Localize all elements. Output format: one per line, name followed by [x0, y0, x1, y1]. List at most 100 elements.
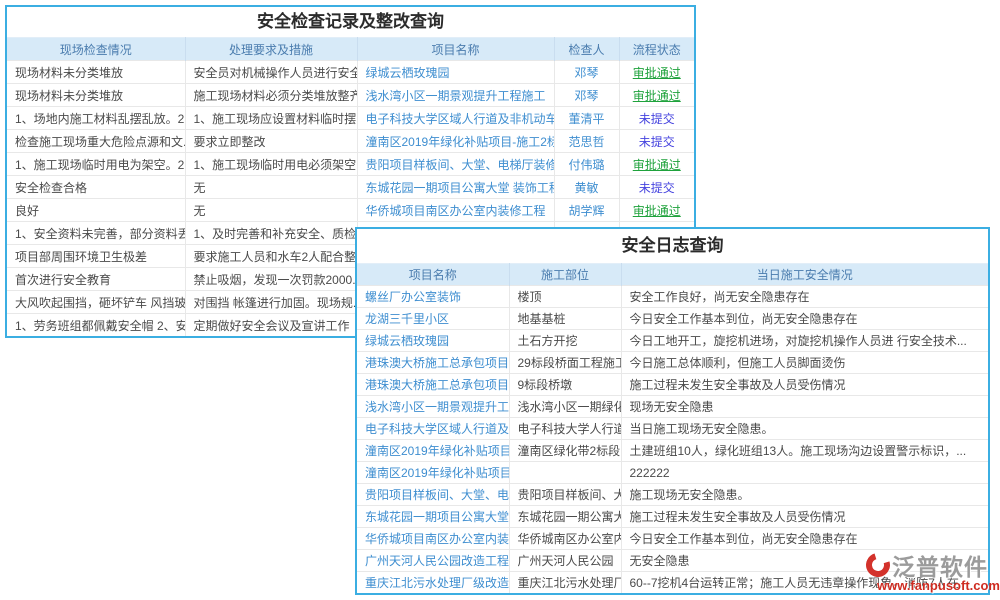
table-row: 螺丝厂办公室装饰 楼顶 安全工作良好，尚无安全隐患存在	[357, 286, 988, 308]
site-check-cell: 良好	[7, 199, 185, 222]
safety-inspection-header: 现场检查情况 处理要求及措施 项目名称 检查人 流程状态	[7, 38, 694, 61]
inspector-link[interactable]: 胡学辉	[554, 199, 619, 222]
vendor-watermark: 泛普软件 www.fanpusoft.com	[866, 549, 1000, 593]
table-row: 东城花园一期项目公寓大堂 装饰工程 东城花园一期公寓大堂 施工过程未发生安全事故…	[357, 506, 988, 528]
project-name-link[interactable]: 贵阳项目样板间、大堂、电梯厅装修工程	[357, 153, 554, 176]
status-badge[interactable]: 未提交	[619, 176, 694, 199]
table-row: 浅水湾小区一期景观提升工程施工 浅水湾小区一期绿化地 现场无安全隐患	[357, 396, 988, 418]
watermark-url: www.fanpusoft.com	[866, 578, 1000, 593]
page: 安全检查记录及整改查询 现场检查情况 处理要求及措施 项目名称 检查人 流程状态…	[0, 0, 1000, 600]
inspector-link[interactable]: 黄敏	[554, 176, 619, 199]
table-row: 电子科技大学区域人行道及非机动车道工程 电子科技大学人行道及非... 当日施工现…	[357, 418, 988, 440]
construction-part-cell: 重庆江北污水处理厂内部...	[509, 572, 621, 594]
col-header-measures: 处理要求及措施	[185, 38, 357, 61]
construction-part-cell: 贵阳项目样板间、大堂、...	[509, 484, 621, 506]
project-name-link[interactable]: 东城花园一期项目公寓大堂 装饰工程	[357, 506, 509, 528]
project-name-link[interactable]: 浅水湾小区一期景观提升工程施工	[357, 84, 554, 107]
project-name-link[interactable]: 重庆江北污水处理厂级改造工程-道路修复	[357, 572, 509, 594]
project-name-link[interactable]: 螺丝厂办公室装饰	[357, 286, 509, 308]
table-row: 龙湖三千里小区 地基基桩 今日安全工作基本到位，尚无安全隐患存在	[357, 308, 988, 330]
project-name-link[interactable]: 华侨城项目南区办公室内装修工程	[357, 528, 509, 550]
site-check-cell: 1、施工现场临时用电为架空。2...	[7, 153, 185, 176]
project-name-link[interactable]: 潼南区2019年绿化补贴项目-施工2标段	[357, 130, 554, 153]
daily-safety-cell: 安全工作良好，尚无安全隐患存在	[621, 286, 988, 308]
project-name-link[interactable]: 潼南区2019年绿化补贴项目-施工2标段	[357, 462, 509, 484]
measures-cell: 无	[185, 176, 357, 199]
site-check-cell: 1、安全资料未完善，部分资料丢...	[7, 222, 185, 245]
col-header-inspector: 检查人	[554, 38, 619, 61]
col-header-construction-part: 施工部位	[509, 264, 621, 286]
site-check-cell: 现场材料未分类堆放	[7, 84, 185, 107]
measures-cell: 禁止吸烟，发现一次罚款2000...	[185, 268, 357, 291]
site-check-cell: 大风吹起围挡，砸坏铲车 风挡玻...	[7, 291, 185, 314]
inspector-link[interactable]: 董清平	[554, 107, 619, 130]
project-name-link[interactable]: 绿城云栖玫瑰园	[357, 61, 554, 84]
project-name-link[interactable]: 潼南区2019年绿化补贴项目-施工2标段	[357, 440, 509, 462]
site-check-cell: 安全检查合格	[7, 176, 185, 199]
project-name-link[interactable]: 华侨城项目南区办公室内装修工程	[357, 199, 554, 222]
construction-part-cell: 29标段桥面工程施工	[509, 352, 621, 374]
col-header-site-check: 现场检查情况	[7, 38, 185, 61]
table-row: 现场材料未分类堆放 施工现场材料必须分类堆放整齐... 浅水湾小区一期景观提升工…	[7, 84, 694, 107]
daily-safety-cell: 当日施工现场无安全隐患。	[621, 418, 988, 440]
construction-part-cell: 华侨城南区办公室内	[509, 528, 621, 550]
table-row: 安全检查合格 无 东城花园一期项目公寓大堂 装饰工程 黄敏 未提交	[7, 176, 694, 199]
measures-cell: 安全员对机械操作人员进行安全...	[185, 61, 357, 84]
table-row: 华侨城项目南区办公室内装修工程 华侨城南区办公室内 今日安全工作基本到位，尚无安…	[357, 528, 988, 550]
measures-cell: 无	[185, 199, 357, 222]
table-row: 良好 无 华侨城项目南区办公室内装修工程 胡学辉 审批通过	[7, 199, 694, 222]
measures-cell: 要求立即整改	[185, 130, 357, 153]
project-name-link[interactable]: 贵阳项目样板间、大堂、电梯厅装修工程	[357, 484, 509, 506]
daily-safety-cell: 今日安全工作基本到位，尚无安全隐患存在	[621, 308, 988, 330]
project-name-link[interactable]: 广州天河人民公园改造工程	[357, 550, 509, 572]
project-name-link[interactable]: 东城花园一期项目公寓大堂 装饰工程	[357, 176, 554, 199]
daily-safety-cell: 施工现场无安全隐患。	[621, 484, 988, 506]
status-badge[interactable]: 未提交	[619, 130, 694, 153]
status-badge[interactable]: 未提交	[619, 107, 694, 130]
project-name-link[interactable]: 港珠澳大桥施工总承包项目	[357, 352, 509, 374]
inspector-link[interactable]: 范思哲	[554, 130, 619, 153]
measures-cell: 要求施工人员和水车2人配合整...	[185, 245, 357, 268]
table-row: 港珠澳大桥施工总承包项目 29标段桥面工程施工 今日施工总体顺利，但施工人员脚面…	[357, 352, 988, 374]
construction-part-cell: 东城花园一期公寓大堂	[509, 506, 621, 528]
measures-cell: 对围挡 帐篷进行加固。现场规...	[185, 291, 357, 314]
construction-part-cell: 电子科技大学人行道及非...	[509, 418, 621, 440]
col-header-project-name: 项目名称	[357, 264, 509, 286]
site-check-cell: 检查施工现场重大危险点源和文...	[7, 130, 185, 153]
status-badge[interactable]: 审批通过	[619, 61, 694, 84]
measures-cell: 施工现场材料必须分类堆放整齐...	[185, 84, 357, 107]
safety-log-panel: 安全日志查询 项目名称 施工部位 当日施工安全情况 螺丝厂办公室装饰 楼顶 安全…	[355, 227, 990, 595]
daily-safety-cell: 今日工地开工，旋挖机进场，对旋挖机操作人员进 行安全技术...	[621, 330, 988, 352]
table-row: 港珠澳大桥施工总承包项目 9标段桥墩 施工过程未发生安全事故及人员受伤情况	[357, 374, 988, 396]
site-check-cell: 1、场地内施工材料乱摆乱放。2...	[7, 107, 185, 130]
col-header-flow-status: 流程状态	[619, 38, 694, 61]
daily-safety-cell: 土建班组10人，绿化班组13人。施工现场沟边设置警示标识，...	[621, 440, 988, 462]
table-row: 贵阳项目样板间、大堂、电梯厅装修工程 贵阳项目样板间、大堂、... 施工现场无安…	[357, 484, 988, 506]
construction-part-cell	[509, 462, 621, 484]
inspector-link[interactable]: 邓琴	[554, 84, 619, 107]
site-check-cell: 现场材料未分类堆放	[7, 61, 185, 84]
daily-safety-cell: 222222	[621, 462, 988, 484]
project-name-link[interactable]: 电子科技大学区域人行道及非机动车道工程	[357, 107, 554, 130]
inspector-link[interactable]: 付伟璐	[554, 153, 619, 176]
table-row: 检查施工现场重大危险点源和文... 要求立即整改 潼南区2019年绿化补贴项目-…	[7, 130, 694, 153]
watermark-brand: 泛普软件	[892, 548, 988, 582]
table-row: 1、场地内施工材料乱摆乱放。2... 1、施工现场应设置材料临时摆... 电子科…	[7, 107, 694, 130]
project-name-link[interactable]: 浅水湾小区一期景观提升工程施工	[357, 396, 509, 418]
col-header-project-name: 项目名称	[357, 38, 554, 61]
project-name-link[interactable]: 港珠澳大桥施工总承包项目	[357, 374, 509, 396]
status-badge[interactable]: 审批通过	[619, 84, 694, 107]
project-name-link[interactable]: 电子科技大学区域人行道及非机动车道工程	[357, 418, 509, 440]
fanpu-logo-icon	[862, 549, 894, 581]
safety-inspection-title: 安全检查记录及整改查询	[7, 7, 694, 37]
construction-part-cell: 潼南区绿化带2标段	[509, 440, 621, 462]
project-name-link[interactable]: 龙湖三千里小区	[357, 308, 509, 330]
table-row: 现场材料未分类堆放 安全员对机械操作人员进行安全... 绿城云栖玫瑰园 邓琴 审…	[7, 61, 694, 84]
safety-log-title: 安全日志查询	[357, 229, 988, 263]
status-badge[interactable]: 审批通过	[619, 199, 694, 222]
daily-safety-cell: 施工过程未发生安全事故及人员受伤情况	[621, 374, 988, 396]
measures-cell: 1、施工现场临时用电必须架空...	[185, 153, 357, 176]
inspector-link[interactable]: 邓琴	[554, 61, 619, 84]
project-name-link[interactable]: 绿城云栖玫瑰园	[357, 330, 509, 352]
status-badge[interactable]: 审批通过	[619, 153, 694, 176]
